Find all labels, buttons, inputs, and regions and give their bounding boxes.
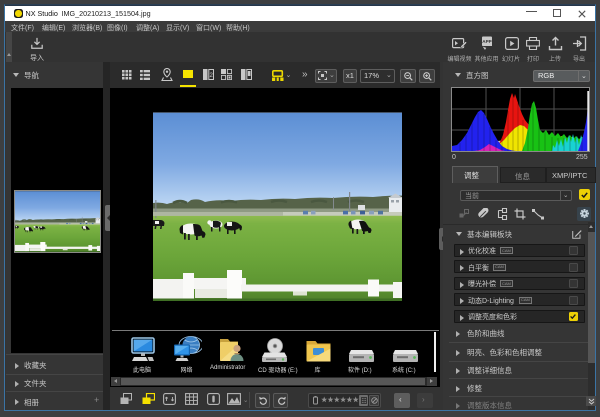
svg-text:APP: APP bbox=[482, 39, 491, 44]
svg-text:2: 2 bbox=[210, 73, 214, 79]
